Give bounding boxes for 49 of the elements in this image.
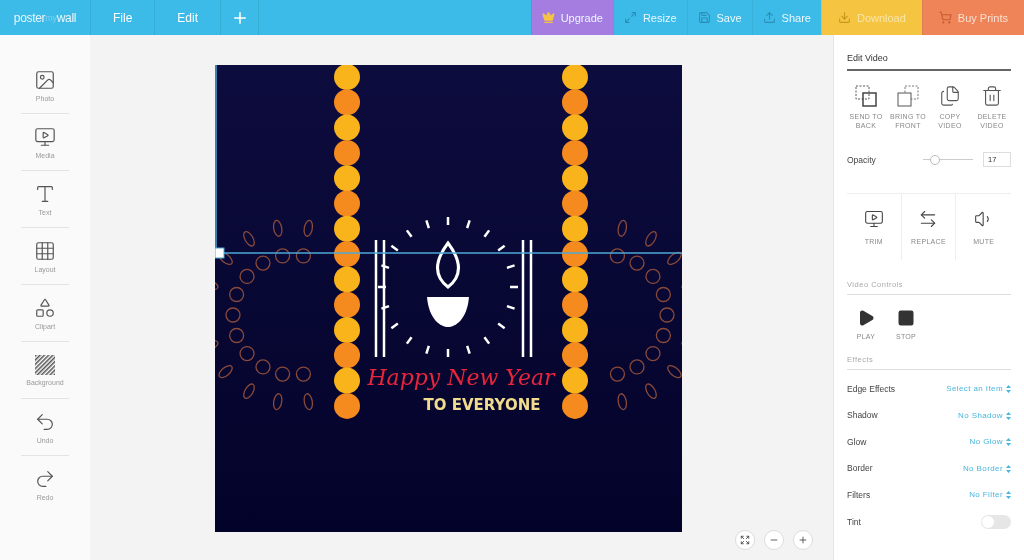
opacity-label: Opacity	[847, 154, 877, 165]
plus-icon	[798, 535, 808, 545]
effect-select[interactable]: Select an Item	[946, 384, 1011, 394]
toolbar-button[interactable]: Upgrade	[530, 0, 613, 35]
sort-icon	[1006, 411, 1011, 420]
panel-title: Edit Video	[847, 35, 1011, 71]
poster-title: Happy New Year	[367, 365, 555, 390]
stop-icon	[897, 309, 915, 328]
sort-icon	[1006, 384, 1011, 393]
shapes-icon	[34, 296, 56, 319]
hatched-square-icon	[35, 354, 55, 375]
tint-toggle[interactable]	[981, 514, 1011, 529]
effect-label: Border	[847, 463, 874, 474]
zoom-in-button[interactable]	[793, 530, 813, 550]
zoom-out-button[interactable]	[764, 530, 784, 550]
effect-select[interactable]: No Shadow	[958, 410, 1011, 420]
effect-label: Filters	[847, 489, 872, 500]
trash-icon	[981, 85, 1003, 107]
grid-icon	[34, 239, 56, 262]
play-icon	[857, 309, 875, 328]
effect-select[interactable]: No Filter	[969, 490, 1011, 500]
toolbar-button[interactable]: Buy Prints	[921, 0, 1024, 35]
photo-icon	[34, 68, 56, 91]
tint-label: Tint	[847, 516, 862, 527]
effect-label: Edge Effects	[847, 383, 897, 394]
sort-icon	[1006, 464, 1011, 473]
resize-icon	[623, 11, 637, 24]
media-icon	[34, 125, 56, 148]
send-to-back-icon	[855, 85, 877, 107]
fullscreen-button[interactable]	[735, 530, 755, 550]
effect-select[interactable]: No Border	[962, 463, 1011, 473]
effect-label: Shadow	[847, 410, 879, 421]
effect-label: Glow	[847, 436, 868, 447]
effect-select[interactable]: No Glow	[969, 437, 1011, 447]
cart-icon	[938, 11, 952, 24]
save-icon	[697, 11, 711, 24]
trim-icon	[863, 208, 884, 229]
sort-icon	[1006, 438, 1011, 447]
fullscreen-icon	[740, 535, 750, 545]
sort-icon	[1006, 491, 1011, 500]
resize-handle[interactable]	[215, 247, 225, 259]
download-icon	[837, 11, 851, 24]
crown-icon	[541, 11, 555, 24]
slider-thumb[interactable]	[929, 154, 940, 165]
bring-to-front-icon	[897, 85, 919, 107]
redo-icon	[34, 468, 56, 490]
copy-icon	[939, 85, 961, 107]
poster-subtitle: TO EVERYONE	[423, 396, 541, 414]
share-icon	[762, 11, 776, 24]
